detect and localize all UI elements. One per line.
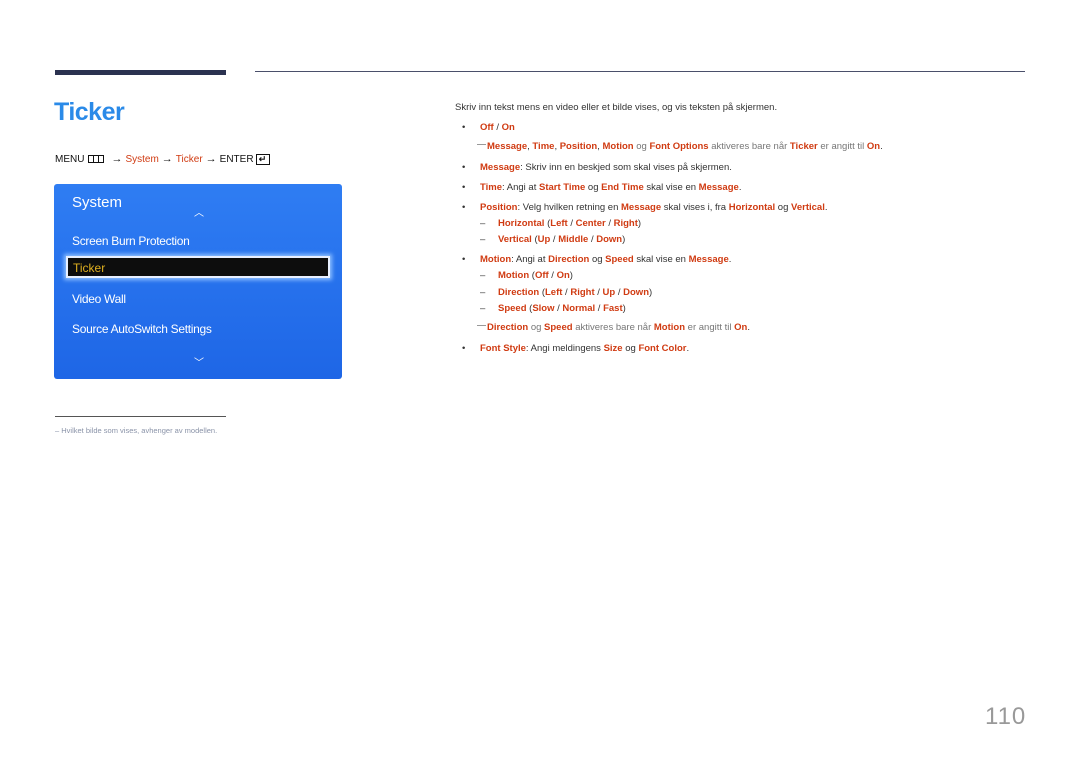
sub-item-vertical: – Vertical (Up / Middle / Down): [480, 234, 626, 245]
enter-label: ENTER: [219, 153, 254, 165]
note-ticker-on: Message, Time, Position, Motion og Font …: [477, 141, 883, 152]
sub-item-direction: – Direction (Left / Right / Up / Down): [480, 287, 653, 298]
footnote-divider: [55, 416, 226, 417]
list-item-font-style: • Font Style: Angi meldingens Size og Fo…: [462, 343, 690, 354]
menu-item-source-autoswitch-settings[interactable]: Source AutoSwitch Settings: [72, 322, 212, 336]
sub-item-speed: – Speed (Slow / Normal / Fast): [480, 303, 626, 314]
footnote-dash: –: [55, 426, 60, 435]
system-menu-title: System: [72, 194, 123, 211]
chevron-down-icon[interactable]: ﹀: [194, 354, 204, 369]
menu-label: MENU: [55, 153, 85, 165]
arrow-icon: →: [161, 153, 173, 165]
list-item-off-on: • Off / On: [462, 122, 515, 133]
menu-path-ticker: Ticker: [175, 153, 203, 165]
system-menu-panel: System ︿ Screen Burn Protection Ticker V…: [54, 184, 342, 379]
list-item-position: • Position: Velg hvilken retning en Mess…: [462, 202, 828, 213]
header-rule-thick: [55, 70, 226, 75]
list-item-message: • Message: Skriv inn en beskjed som skal…: [462, 162, 732, 173]
menu-item-screen-burn-protection[interactable]: Screen Burn Protection: [72, 234, 190, 248]
menu-item-ticker-label: Ticker: [73, 261, 106, 275]
intro-text: Skriv inn tekst mens en video eller et b…: [455, 102, 778, 113]
page-title: Ticker: [54, 98, 125, 126]
enter-icon: ↵: [255, 153, 270, 165]
page-number: 110: [985, 703, 1027, 730]
menu-icon: [88, 155, 105, 163]
note-icon: [477, 144, 486, 145]
header-rule-thin: [255, 71, 1025, 72]
list-item-time: • Time: Angi at Start Time og End Time s…: [462, 182, 742, 193]
arrow-icon: →: [111, 153, 123, 165]
footnote: – Hvilket bilde som vises, avhenger av m…: [55, 426, 217, 435]
arrow-icon: →: [205, 153, 217, 165]
sub-item-motion: – Motion (Off / On): [480, 270, 573, 281]
note-motion-on: Direction og Speed aktiveres bare når Mo…: [477, 322, 750, 333]
sub-item-horizontal: – Horizontal (Left / Center / Right): [480, 218, 642, 229]
list-item-motion: • Motion: Angi at Direction og Speed ska…: [462, 254, 732, 265]
chevron-up-icon[interactable]: ︿: [194, 204, 204, 219]
menu-path: MENU → System → Ticker → ENTER ↵: [55, 153, 270, 165]
menu-item-ticker[interactable]: Ticker: [66, 256, 330, 278]
footnote-text: Hvilket bilde som vises, avhenger av mod…: [61, 426, 218, 435]
menu-path-system: System: [125, 153, 159, 165]
note-icon: [477, 325, 486, 326]
menu-item-video-wall[interactable]: Video Wall: [72, 292, 126, 306]
